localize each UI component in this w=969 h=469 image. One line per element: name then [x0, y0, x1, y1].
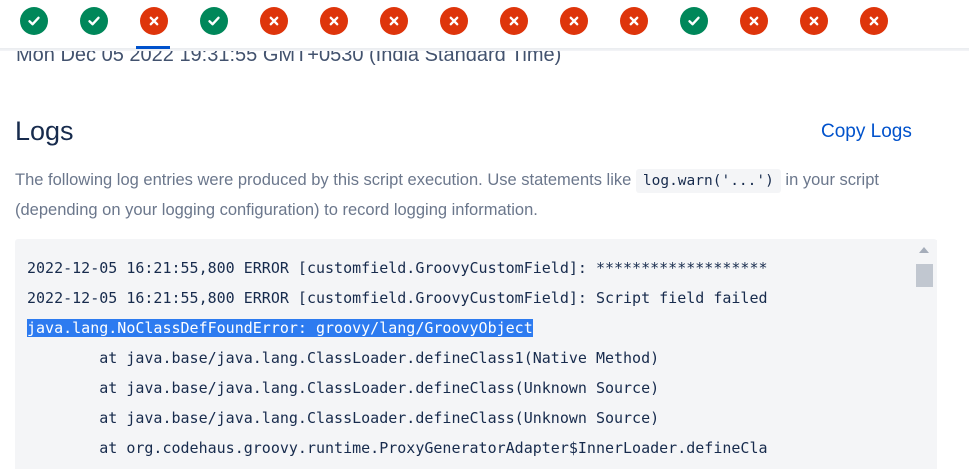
execution-status-6[interactable]: [320, 7, 348, 35]
check-icon: [87, 14, 101, 28]
log-scrollbar[interactable]: [913, 240, 937, 469]
log-line: at org.codehaus.groovy.runtime.ProxyGene…: [27, 439, 768, 457]
logs-heading: Logs: [15, 116, 74, 146]
execution-status-4[interactable]: [200, 7, 228, 35]
execution-status-5[interactable]: [260, 7, 288, 35]
log-line: 2022-12-05 16:21:55,800 ERROR [customfie…: [27, 289, 768, 307]
log-line: at java.base/java.lang.ClassLoader.defin…: [27, 409, 660, 427]
log-lines: 2022-12-05 16:21:55,800 ERROR [customfie…: [27, 253, 913, 463]
cross-icon: [747, 14, 761, 28]
execution-status-10[interactable]: [560, 7, 588, 35]
log-output[interactable]: 2022-12-05 16:21:55,800 ERROR [customfie…: [15, 239, 937, 469]
cross-icon: [627, 14, 641, 28]
logs-description: The following log entries were produced …: [15, 166, 945, 225]
cross-icon: [447, 14, 461, 28]
log-warn-code: log.warn('...'): [635, 169, 781, 193]
execution-status-15[interactable]: [860, 7, 888, 35]
cross-icon: [147, 14, 161, 28]
check-icon: [687, 14, 701, 28]
scroll-thumb[interactable]: [916, 264, 933, 287]
execution-status-9[interactable]: [500, 7, 528, 35]
log-line: at java.base/java.lang.ClassLoader.defin…: [27, 349, 660, 367]
check-icon: [207, 14, 221, 28]
execution-status-bar: [0, 0, 969, 51]
log-line: 2022-12-05 16:21:55,800 ERROR [customfie…: [27, 259, 768, 277]
execution-status-13[interactable]: [740, 7, 768, 35]
cross-icon: [807, 14, 821, 28]
page: Mon Dec 05 2022 19:31:55 GMT+0530 (India…: [0, 0, 969, 469]
cross-icon: [327, 14, 341, 28]
execution-status-1[interactable]: [20, 7, 48, 35]
cross-icon: [567, 14, 581, 28]
logs-description-text: The following log entries were produced …: [15, 171, 636, 189]
scroll-up-arrow-icon[interactable]: [919, 247, 929, 253]
execution-status-2[interactable]: [80, 7, 108, 35]
execution-status-7[interactable]: [380, 7, 408, 35]
active-execution-indicator: [136, 46, 170, 49]
execution-status-8[interactable]: [440, 7, 468, 35]
cross-icon: [867, 14, 881, 28]
cross-icon: [387, 14, 401, 28]
selected-log-text: java.lang.NoClassDefFoundError: groovy/l…: [27, 319, 533, 337]
execution-status-3[interactable]: [140, 7, 168, 35]
log-line: at java.base/java.lang.ClassLoader.defin…: [27, 379, 660, 397]
copy-logs-link[interactable]: Copy Logs: [821, 121, 912, 143]
log-line: java.lang.NoClassDefFoundError: groovy/l…: [27, 313, 913, 343]
execution-status-11[interactable]: [620, 7, 648, 35]
check-icon: [27, 14, 41, 28]
execution-status-12[interactable]: [680, 7, 708, 35]
cross-icon: [267, 14, 281, 28]
execution-status-14[interactable]: [800, 7, 828, 35]
cross-icon: [507, 14, 521, 28]
